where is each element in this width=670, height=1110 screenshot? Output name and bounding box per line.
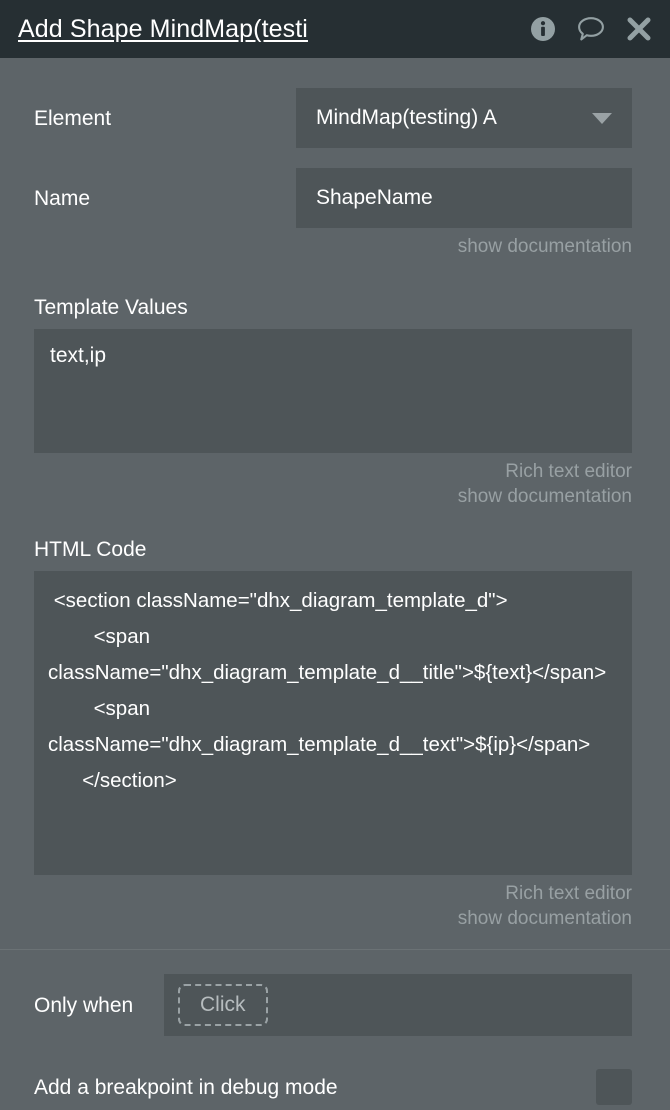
only-when-placeholder-chip[interactable]: Click: [178, 984, 268, 1026]
element-select[interactable]: MindMap(testing) A: [296, 88, 632, 148]
settings-form: Element MindMap(testing) A Name ShapeNam…: [0, 88, 670, 1108]
element-row: Element MindMap(testing) A: [0, 88, 670, 148]
breakpoint-label: Add a breakpoint in debug mode: [34, 1075, 338, 1099]
name-input-value: ShapeName: [316, 186, 433, 209]
rich-text-editor-link[interactable]: Rich text editor: [34, 881, 632, 906]
section-divider: [0, 949, 670, 950]
template-values-label: Template Values: [34, 296, 188, 319]
breakpoint-row: Add a breakpoint in debug mode: [0, 1066, 670, 1108]
name-hint: show documentation: [0, 234, 670, 259]
only-when-row: Only when Click: [0, 974, 670, 1036]
show-documentation-link[interactable]: show documentation: [34, 484, 632, 509]
html-code-section: HTML Code <section className="dhx_diagra…: [0, 537, 670, 875]
close-icon[interactable]: [624, 14, 654, 44]
breakpoint-checkbox[interactable]: [596, 1069, 632, 1105]
element-select-value: MindMap(testing) A: [316, 106, 497, 129]
show-documentation-link[interactable]: show documentation: [34, 234, 632, 259]
show-documentation-link[interactable]: show documentation: [34, 906, 632, 931]
template-values-hints: Rich text editor show documentation: [0, 459, 670, 509]
only-when-label: Only when: [34, 993, 134, 1017]
rich-text-editor-link[interactable]: Rich text editor: [34, 459, 632, 484]
info-icon[interactable]: [528, 14, 558, 44]
name-input[interactable]: ShapeName: [296, 168, 632, 228]
html-code-hints: Rich text editor show documentation: [0, 881, 670, 931]
titlebar: Add Shape MindMap(testi: [0, 0, 670, 58]
chevron-down-icon: [592, 112, 612, 124]
name-row: Name ShapeName: [0, 168, 670, 228]
titlebar-actions: [518, 14, 654, 44]
only-when-field[interactable]: Click: [164, 974, 632, 1036]
html-code-label: HTML Code: [34, 538, 147, 561]
page-title: Add Shape MindMap(testi: [18, 15, 308, 43]
html-code-textarea[interactable]: <section className="dhx_diagram_template…: [34, 571, 632, 875]
template-values-textarea[interactable]: text,ip: [34, 329, 632, 453]
comment-icon[interactable]: [576, 14, 606, 44]
template-values-section: Template Values text,ip: [0, 295, 670, 453]
name-label: Name: [34, 186, 91, 210]
element-label: Element: [34, 106, 112, 130]
